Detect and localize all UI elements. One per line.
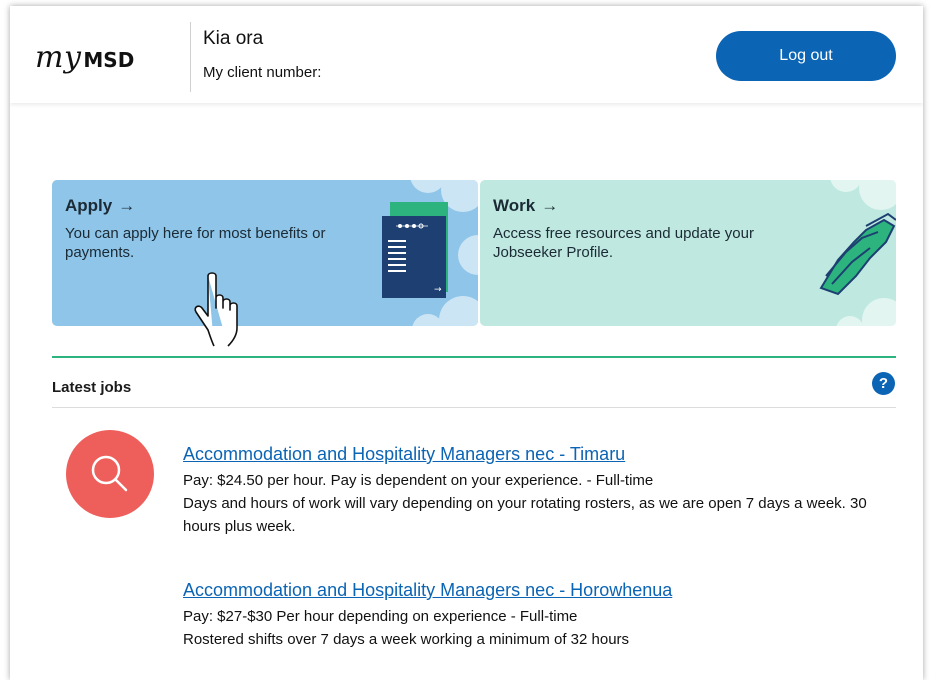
job-description: Days and hours of work will vary dependi… [183, 495, 867, 535]
arrow-right-icon: → [118, 196, 136, 215]
latest-jobs-heading: Latest jobs [52, 379, 132, 396]
section-divider [52, 407, 896, 408]
hand-pointer-cursor-icon [194, 272, 238, 347]
job-title-link[interactable]: Accommodation and Hospitality Managers n… [183, 444, 883, 465]
job-pay: Pay: $24.50 per hour. Pay is dependent o… [183, 472, 654, 489]
logo-brand: MSD [83, 48, 135, 72]
help-icon[interactable]: ? [872, 372, 895, 395]
apply-card-description: You can apply here for most benefits or … [65, 225, 326, 261]
browser-viewport: my MSD Kia ora My client number: Log out… [10, 6, 923, 680]
handshake-icon [819, 180, 896, 326]
logo-prefix: my [35, 40, 82, 75]
site-header: my MSD Kia ora My client number: Log out [10, 6, 923, 103]
section-accent-line [52, 356, 896, 358]
client-number-label: My client number: [203, 64, 322, 81]
apply-card-title: Apply → [65, 196, 136, 215]
work-card[interactable]: Work → Access free resources and update y… [480, 180, 896, 326]
arrow-right-icon: → [541, 196, 559, 215]
search-icon [66, 430, 154, 518]
job-pay: Pay: $27-$30 Per hour depending on exper… [183, 608, 578, 625]
svg-text:→: → [434, 285, 442, 295]
work-card-description: Access free resources and update your Jo… [493, 225, 754, 261]
logout-button[interactable]: Log out [716, 31, 896, 81]
job-listing: Accommodation and Hospitality Managers n… [183, 580, 883, 651]
mymsd-logo[interactable]: my MSD [35, 40, 134, 80]
header-divider [190, 22, 191, 92]
job-description: Rostered shifts over 7 days a week worki… [183, 631, 630, 648]
document-form-icon: → [382, 180, 478, 326]
job-listing: Accommodation and Hospitality Managers n… [183, 444, 883, 538]
work-card-title: Work → [493, 196, 559, 215]
greeting-text: Kia ora [203, 28, 264, 49]
apply-card[interactable]: Apply → You can apply here for most benef… [52, 180, 478, 326]
job-title-link[interactable]: Accommodation and Hospitality Managers n… [183, 580, 883, 601]
